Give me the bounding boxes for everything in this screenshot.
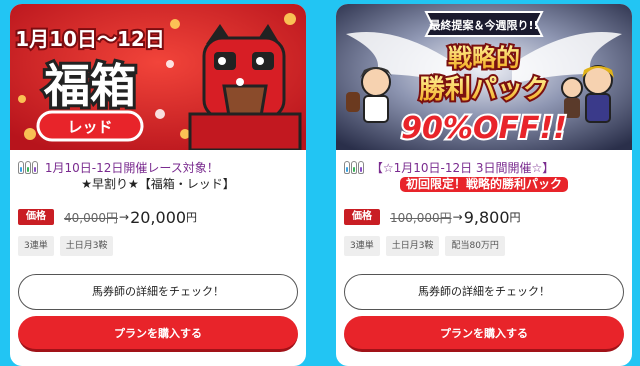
detail-button[interactable]: 馬券師の詳細をチェック！ [344, 274, 624, 310]
new-price: 9,800 [463, 207, 510, 227]
plan-title: 1月10日-12日開催レース対象！ ★早割り★【福箱・レッド】 [18, 160, 298, 191]
yen-unit: 円 [509, 211, 521, 224]
price-label: 価格 [18, 209, 54, 225]
tag-races: 土日月3鞍 [59, 236, 114, 256]
fukubako-banner-image: 1月10日〜12日 福箱 レッド [10, 4, 306, 150]
price-label: 価格 [344, 209, 380, 225]
bet-type-icons [344, 161, 364, 174]
tag-bet-type: 3連単 [18, 236, 54, 256]
senryaku-banner-image: 最終提案＆今週限り!! 戦略的 勝利パック 90%OFF!! [336, 4, 632, 150]
yen-unit: 円 [186, 211, 198, 224]
plan-title-line2: 初回限定！戦略的勝利パック [344, 176, 624, 192]
new-price: 20,000 [130, 207, 187, 227]
first-time-badge: 初回限定！戦略的勝利パック [399, 177, 568, 192]
bet-type-icons [18, 161, 38, 174]
plan-card-fukubako[interactable]: 1月10日〜12日 福箱 レッド 1月10日-12日開催レース対象！ ★早割り★… [10, 4, 306, 366]
tag-bet-type: 3連単 [344, 236, 380, 256]
plan-title-line2: ★早割り★【福箱・レッド】 [81, 177, 235, 191]
purple-ticket-icon [358, 161, 364, 174]
buy-plan-button[interactable]: プランを購入する [18, 316, 298, 352]
banner-main-line2: 勝利パック [419, 75, 549, 105]
purple-ticket-icon [32, 161, 38, 174]
tag-races: 土日月3鞍 [385, 236, 440, 256]
banner-main-text: 福箱 [43, 59, 136, 113]
tag-list: 3連単 土日月3鞍 配当80万円 [344, 236, 505, 256]
price-row: 価格 40,000円 → 20,000 円 [18, 207, 198, 227]
tag-payout: 配当80万円 [445, 236, 505, 256]
banner-ribbon-text: 最終提案＆今週限り!! [429, 18, 538, 32]
detail-button[interactable]: 馬券師の詳細をチェック！ [18, 274, 298, 310]
buy-plan-button[interactable]: プランを購入する [344, 316, 624, 352]
price-arrow: → [452, 210, 463, 224]
plan-card-body: 1月10日-12日開催レース対象！ ★早割り★【福箱・レッド】 価格 40,00… [10, 150, 306, 366]
banner-date-text: 1月10日〜12日 [15, 27, 165, 51]
price-row: 価格 100,000円 → 9,800 円 [344, 207, 521, 227]
blue-ticket-icon [344, 161, 350, 174]
old-price: 40,000円 [64, 210, 118, 225]
old-price: 100,000円 [390, 210, 452, 225]
plan-title: 【☆1月10日-12日 3日間開催☆】 初回限定！戦略的勝利パック [344, 160, 624, 192]
tag-list: 3連単 土日月3鞍 [18, 236, 114, 256]
plan-banner-fukubako[interactable]: 1月10日〜12日 福箱 レッド [10, 4, 306, 150]
plan-banner-senryaku[interactable]: 最終提案＆今週限り!! 戦略的 勝利パック 90%OFF!! [336, 4, 632, 150]
blue-ticket-icon [18, 161, 24, 174]
green-ticket-icon [351, 161, 357, 174]
banner-sub-text: レッド [67, 118, 112, 136]
plan-card-body: 【☆1月10日-12日 3日間開催☆】 初回限定！戦略的勝利パック 価格 100… [336, 150, 632, 366]
plan-title-line1: 【☆1月10日-12日 3日間開催☆】 [370, 161, 555, 175]
plan-card-senryaku[interactable]: 最終提案＆今週限り!! 戦略的 勝利パック 90%OFF!! 【☆1月10日-1… [336, 4, 632, 366]
banner-main-line1: 戦略的 [448, 44, 520, 72]
price-arrow: → [119, 210, 130, 224]
green-ticket-icon [25, 161, 31, 174]
plan-title-line1: 1月10日-12日開催レース対象！ [44, 161, 219, 175]
banner-discount-text: 90%OFF!! [401, 111, 567, 146]
